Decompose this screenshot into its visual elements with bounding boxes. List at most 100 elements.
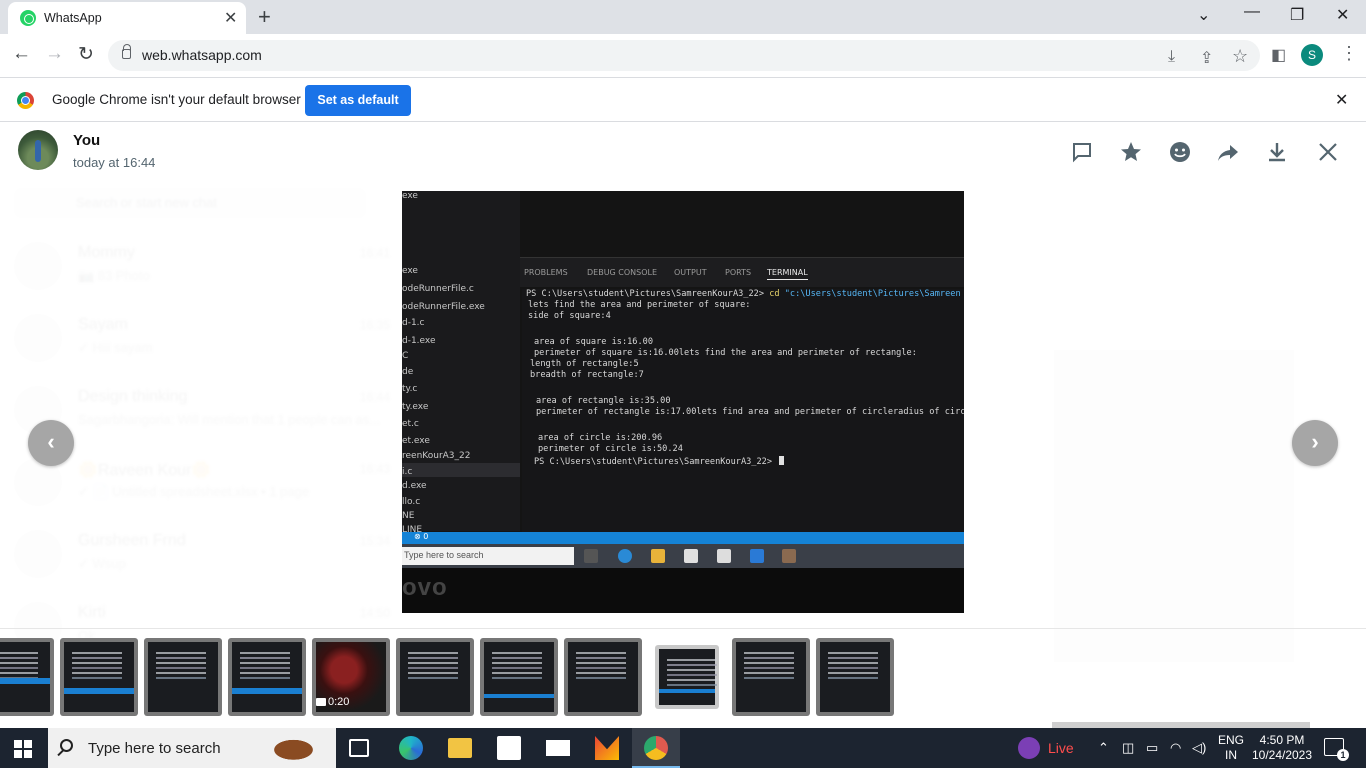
sender-avatar[interactable]	[18, 130, 58, 170]
media-thumbnail[interactable]	[816, 638, 894, 716]
forward-icon[interactable]	[1216, 140, 1240, 164]
lang-top: ENG	[1218, 733, 1245, 747]
terminal-output: lets find the area and perimeter of squa…	[528, 300, 751, 310]
chevron-right-icon: ›	[1311, 429, 1319, 454]
media-thumbnail[interactable]	[0, 638, 54, 716]
install-app-icon[interactable]: ⤓	[1168, 48, 1175, 66]
photo-search-box: Type here to search	[402, 547, 574, 565]
photo-tab-terminal: TERMINAL	[767, 268, 808, 280]
task-view-icon[interactable]	[349, 739, 369, 757]
photo-edge-icon	[618, 549, 632, 563]
terminal-path: "c:\Users\student\Pictures\Samreen	[779, 289, 961, 299]
edge-icon[interactable]	[399, 736, 423, 760]
windows-start-icon[interactable]	[14, 740, 32, 758]
media-thumbnail[interactable]	[732, 638, 810, 716]
close-icon[interactable]	[1316, 140, 1340, 164]
photo-terminal-line: area of square is:16.00	[534, 337, 653, 347]
photo-taskbar: Type here to search	[402, 544, 964, 568]
profile-avatar[interactable]: S	[1301, 44, 1323, 66]
restore-icon[interactable]: ❐	[1290, 5, 1304, 25]
set-as-default-button[interactable]: Set as default	[305, 85, 411, 116]
tab-search-chevron-icon[interactable]: ⌄	[1197, 5, 1210, 25]
microsoft-store-icon[interactable]	[497, 736, 521, 760]
terminal-output: perimeter of rectangle is:17.00lets find…	[536, 407, 964, 417]
address-bar[interactable]: web.whatsapp.com ⤓ ⇪ ☆	[108, 40, 1260, 71]
download-icon[interactable]	[1265, 140, 1289, 164]
reload-icon[interactable]: ↻	[78, 43, 94, 66]
windows-search-box[interactable]: Type here to search	[48, 728, 336, 768]
emoji-icon[interactable]	[1168, 140, 1192, 164]
terminal-output: side of square:4	[528, 311, 611, 321]
wifi-icon[interactable]: ◠	[1170, 740, 1181, 756]
new-tab-icon[interactable]: +	[258, 4, 271, 30]
bookmark-star-icon[interactable]: ☆	[1232, 46, 1248, 67]
battery-icon[interactable]: ▭	[1146, 740, 1158, 756]
forward-icon[interactable]: →	[45, 43, 64, 65]
photo-taskview-icon	[584, 549, 598, 563]
media-thumbnail[interactable]	[228, 638, 306, 716]
tab-close-icon[interactable]: ✕	[224, 8, 237, 28]
photo-file-selected-row	[402, 463, 520, 477]
chrome-menu-icon[interactable]: ⋮	[1340, 43, 1358, 64]
photo-file-item: d.exe	[402, 481, 427, 491]
mail-icon[interactable]	[546, 740, 570, 756]
media-thumbnail[interactable]	[144, 638, 222, 716]
media-thumbnail[interactable]	[396, 638, 474, 716]
meet-now-icon[interactable]: ◫	[1122, 740, 1134, 756]
photo-file-explorer: exe exe odeRunnerFile.c odeRunnerFile.exe d-…	[402, 191, 520, 535]
whatsapp-favicon-icon	[20, 10, 36, 26]
photo-terminal-line: area of circle is:200.96	[538, 433, 662, 443]
gmail-icon[interactable]	[595, 736, 619, 760]
photo-file-item: ty.exe	[402, 402, 429, 412]
live-podcast-icon[interactable]	[1018, 737, 1040, 759]
live-label[interactable]: Live	[1048, 740, 1074, 756]
photo-vscode-icon	[750, 549, 764, 563]
reply-icon[interactable]	[1070, 140, 1094, 164]
photo-terminal-line: PS C:\Users\student\Pictures\SamreenKour…	[526, 289, 961, 299]
photo-terminal-line: perimeter of square is:16.00lets find th…	[534, 348, 917, 358]
photo-file-item: reenKourA3_22	[402, 451, 471, 461]
previous-media-button[interactable]: ‹	[28, 420, 74, 466]
photo-file-item: exe	[402, 266, 418, 276]
photo-status-bar: ⊗ 0	[402, 532, 964, 544]
file-explorer-icon[interactable]	[448, 738, 472, 758]
photo-brand-text: ovo	[402, 574, 448, 601]
lang-bottom: IN	[1225, 748, 1237, 762]
main-photo[interactable]: exe exe odeRunnerFile.c odeRunnerFile.exe d-…	[402, 191, 964, 613]
next-media-button[interactable]: ›	[1292, 420, 1338, 466]
media-thumbnail[interactable]	[60, 638, 138, 716]
share-icon[interactable]: ⇪	[1200, 48, 1213, 68]
back-icon[interactable]: ←	[12, 43, 31, 65]
media-thumbnail-selected[interactable]	[655, 645, 719, 709]
browser-toolbar: ← → ↻ web.whatsapp.com ⤓ ⇪ ☆ ◧ S ⋮	[0, 34, 1366, 77]
taskbar-clock[interactable]: 4:50 PM 10/24/2023	[1250, 733, 1314, 763]
photo-terminal-line: area of rectangle is:35.00	[536, 396, 671, 406]
photo-file-item: odeRunnerFile.c	[402, 284, 474, 294]
url-text: web.whatsapp.com	[142, 47, 262, 63]
infobar-close-icon[interactable]: ✕	[1335, 90, 1348, 110]
window-close-icon[interactable]: ✕	[1336, 5, 1349, 25]
photo-file-item: de	[402, 367, 414, 377]
terminal-command: cd	[769, 289, 780, 299]
side-panel-icon[interactable]: ◧	[1271, 45, 1286, 65]
photo-terminal: PS C:\Users\student\Pictures\SamreenKour…	[522, 289, 964, 533]
browser-tab-whatsapp[interactable]: WhatsApp ✕	[8, 2, 246, 34]
media-thumbnail-video[interactable]: 0:20	[312, 638, 390, 716]
notification-center-icon[interactable]: 1	[1324, 738, 1349, 761]
star-icon[interactable]	[1119, 140, 1143, 164]
photo-terminal-line: side of square:4	[528, 311, 611, 321]
media-thumbnail[interactable]	[480, 638, 558, 716]
volume-icon[interactable]: ◁)	[1192, 740, 1206, 756]
tray-chevron-up-icon[interactable]: ⌃	[1098, 740, 1109, 756]
language-indicator[interactable]: ENG IN	[1218, 733, 1244, 763]
photo-tab-output: OUTPUT	[674, 268, 707, 277]
photo-mail-icon	[717, 549, 731, 563]
terminal-output: area of rectangle is:35.00	[536, 396, 671, 406]
media-thumbnail[interactable]	[564, 638, 642, 716]
photo-terminal-line: length of rectangle:5	[530, 359, 639, 369]
default-browser-infobar: Google Chrome isn't your default browser…	[0, 77, 1366, 122]
minimize-icon[interactable]: —	[1244, 3, 1260, 21]
photo-search-text: Type here to search	[404, 550, 484, 560]
lock-icon[interactable]	[122, 44, 131, 59]
active-app-highlight	[632, 728, 680, 768]
